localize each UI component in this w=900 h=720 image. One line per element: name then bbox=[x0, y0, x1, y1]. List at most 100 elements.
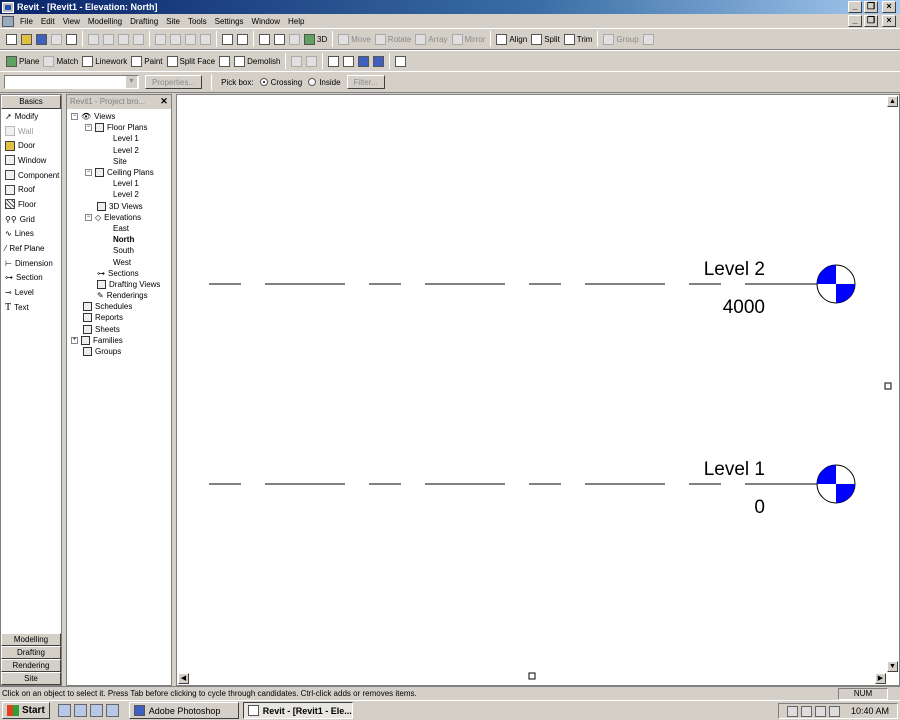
tree-ceiling-level-2[interactable]: Level 2 bbox=[67, 189, 171, 200]
doc-restore-icon[interactable]: ❐ bbox=[864, 15, 878, 27]
revit-app-icon[interactable] bbox=[2, 1, 14, 13]
text-tool[interactable]: T Text bbox=[1, 300, 61, 315]
switch-windows-icon[interactable] bbox=[220, 30, 235, 48]
scroll-left-icon[interactable]: ◀ bbox=[178, 673, 189, 684]
tree-elevations[interactable]: − ◇ Elevations bbox=[67, 212, 171, 223]
media-icon[interactable] bbox=[105, 704, 119, 717]
filter-button[interactable]: Filter... bbox=[346, 75, 385, 89]
menu-site[interactable]: Site bbox=[162, 17, 184, 26]
volume-icon[interactable] bbox=[800, 705, 812, 717]
tree-sheets[interactable]: Sheets bbox=[67, 324, 171, 335]
demolish-button[interactable]: Demolish bbox=[232, 52, 282, 70]
component-tool[interactable]: Component bbox=[1, 168, 61, 183]
menu-edit[interactable]: Edit bbox=[37, 17, 59, 26]
level-1-name[interactable]: Level 1 bbox=[704, 459, 765, 480]
type-selector[interactable] bbox=[4, 75, 139, 89]
view-tool-icon[interactable] bbox=[356, 52, 371, 70]
tree-floor-plan-level-1[interactable]: Level 1 bbox=[67, 133, 171, 144]
tag-all-icon[interactable] bbox=[304, 52, 319, 70]
tree-floor-plan-level-2[interactable]: Level 2 bbox=[67, 145, 171, 156]
grid-tool[interactable]: ⚲⚲ Grid bbox=[1, 212, 61, 227]
properties-button[interactable]: Properties... bbox=[145, 75, 203, 89]
tree-ceiling-plans[interactable]: − Ceiling Plans bbox=[67, 167, 171, 178]
task-revit[interactable]: Revit - [Revit1 - Ele... bbox=[242, 702, 353, 719]
level-2-name[interactable]: Level 2 bbox=[704, 259, 765, 280]
tree-elevation-west[interactable]: West bbox=[67, 256, 171, 267]
save-all-icon[interactable] bbox=[49, 30, 64, 48]
undo-list-icon[interactable] bbox=[168, 30, 183, 48]
ref-plane-tool[interactable]: ⁄ Ref Plane bbox=[1, 241, 61, 256]
scroll-down-icon[interactable]: ▼ bbox=[887, 661, 898, 672]
tree-reports[interactable]: Reports bbox=[67, 312, 171, 323]
tree-groups[interactable]: Groups bbox=[67, 346, 171, 357]
task-photoshop[interactable]: Adobe Photoshop bbox=[128, 702, 239, 719]
level-2-elevation[interactable]: 4000 bbox=[723, 297, 765, 318]
minimize-icon[interactable]: _ bbox=[848, 1, 862, 13]
linework-button[interactable]: Linework bbox=[80, 52, 129, 70]
work-plane-button[interactable]: Plane bbox=[4, 52, 41, 70]
tree-drafting-views[interactable]: Drafting Views bbox=[67, 279, 171, 290]
visibility-icon[interactable] bbox=[257, 30, 272, 48]
view-crop-grip[interactable] bbox=[884, 382, 892, 390]
window-tool[interactable]: Window bbox=[1, 153, 61, 168]
split-button[interactable]: Split bbox=[529, 30, 562, 48]
tree-3d-views[interactable]: 3D Views bbox=[67, 201, 171, 212]
new-icon[interactable] bbox=[4, 30, 19, 48]
align-button[interactable]: Align bbox=[494, 30, 529, 48]
close-icon[interactable]: × bbox=[882, 1, 896, 13]
modify-tool[interactable]: ➚ Modify bbox=[1, 109, 61, 124]
start-button[interactable]: Start bbox=[2, 702, 50, 719]
whats-this-icon[interactable] bbox=[235, 30, 250, 48]
menu-window[interactable]: Window bbox=[248, 17, 284, 26]
lock-icon[interactable] bbox=[641, 30, 656, 48]
design-tab-rendering[interactable]: Rendering bbox=[1, 659, 61, 672]
menu-help[interactable]: Help bbox=[284, 17, 308, 26]
move-button[interactable]: Move bbox=[336, 30, 373, 48]
network-icon[interactable] bbox=[786, 705, 798, 717]
paint-button[interactable]: Paint bbox=[129, 52, 164, 70]
array-button[interactable]: Array bbox=[413, 30, 449, 48]
show-desktop-icon[interactable] bbox=[89, 704, 103, 717]
cut-icon[interactable] bbox=[86, 30, 101, 48]
outlook-icon[interactable] bbox=[73, 704, 87, 717]
tree-ceiling-level-1[interactable]: Level 1 bbox=[67, 178, 171, 189]
menu-modelling[interactable]: Modelling bbox=[84, 17, 126, 26]
room-tool-icon[interactable] bbox=[371, 52, 386, 70]
redo-icon[interactable] bbox=[183, 30, 198, 48]
undo-icon[interactable] bbox=[153, 30, 168, 48]
tree-elevation-north[interactable]: North bbox=[67, 234, 171, 245]
view-crop-grip-bottom[interactable] bbox=[528, 672, 536, 680]
design-tab-site[interactable]: Site bbox=[1, 672, 61, 685]
rotate-button[interactable]: Rotate bbox=[373, 30, 414, 48]
zoom-menu-icon[interactable] bbox=[287, 30, 302, 48]
tree-sections[interactable]: ⊶ Sections bbox=[67, 268, 171, 279]
level-2-head-icon[interactable] bbox=[816, 264, 856, 304]
doc-close-icon[interactable]: × bbox=[882, 15, 896, 27]
group-button[interactable]: Group bbox=[601, 30, 640, 48]
delete-icon[interactable] bbox=[131, 30, 146, 48]
tree-renderings[interactable]: ✎ Renderings bbox=[67, 290, 171, 301]
menu-drafting[interactable]: Drafting bbox=[126, 17, 162, 26]
match-button[interactable]: Match bbox=[41, 52, 80, 70]
zoom-icon[interactable] bbox=[272, 30, 287, 48]
drawing-area[interactable]: Level 2 4000 Level 1 0 ▲ ▼ ◀ ▶ bbox=[176, 94, 900, 686]
restore-icon[interactable]: ❐ bbox=[864, 1, 878, 13]
tree-schedules[interactable]: Schedules bbox=[67, 301, 171, 312]
lines-tool[interactable]: ∿ Lines bbox=[1, 227, 61, 242]
inside-radio[interactable]: Inside bbox=[308, 78, 341, 87]
close-icon[interactable]: ✕ bbox=[159, 97, 169, 107]
menu-tools[interactable]: Tools bbox=[184, 17, 211, 26]
cut-geometry-icon[interactable] bbox=[217, 52, 232, 70]
tray-app-icon[interactable] bbox=[814, 705, 826, 717]
design-options-icon[interactable] bbox=[393, 52, 408, 70]
menu-view[interactable]: View bbox=[59, 17, 84, 26]
print-icon[interactable] bbox=[64, 30, 79, 48]
scroll-up-icon[interactable]: ▲ bbox=[887, 96, 898, 107]
document-icon[interactable] bbox=[2, 15, 14, 27]
level-tool[interactable]: ⊸ Level bbox=[1, 285, 61, 300]
design-tab-drafting[interactable]: Drafting bbox=[1, 646, 61, 659]
level-1-head-icon[interactable] bbox=[816, 464, 856, 504]
menu-settings[interactable]: Settings bbox=[211, 17, 248, 26]
wall-tool[interactable]: Wall bbox=[1, 124, 61, 139]
level-tool-icon[interactable] bbox=[341, 52, 356, 70]
